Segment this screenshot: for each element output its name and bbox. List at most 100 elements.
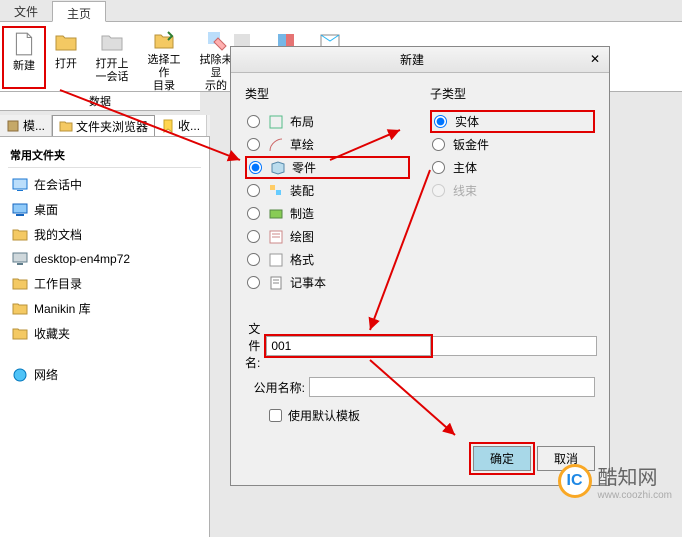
type-label: 制造 bbox=[290, 205, 314, 222]
type-row-1[interactable]: 草绘 bbox=[245, 133, 410, 156]
type-row-0[interactable]: 布局 bbox=[245, 110, 410, 133]
filename-label: 文件名: bbox=[245, 320, 260, 371]
open-prev-label: 打开上一会话 bbox=[92, 58, 132, 84]
use-default-template-checkbox[interactable] bbox=[269, 409, 282, 422]
filename-input[interactable] bbox=[266, 336, 431, 356]
use-default-template-label: 使用默认模板 bbox=[288, 407, 360, 424]
type-icon-1 bbox=[268, 137, 284, 153]
select-workdir-icon bbox=[150, 28, 178, 52]
type-row-7[interactable]: 记事本 bbox=[245, 271, 410, 294]
computer-icon bbox=[12, 251, 28, 267]
menu-tabs: 文件 主页 bbox=[0, 0, 682, 22]
subtype-options: 实体钣金件主体线束 bbox=[430, 108, 595, 204]
type-icon-4 bbox=[268, 206, 284, 222]
sidebar-item-label: 我的文档 bbox=[34, 226, 82, 243]
type-radio-4[interactable] bbox=[247, 207, 260, 220]
menu-home[interactable]: 主页 bbox=[52, 1, 106, 22]
filename-input-ext[interactable] bbox=[433, 336, 597, 356]
sidebar-tabs: 模... 文件夹浏览器 收... bbox=[0, 115, 210, 137]
subtype-radio-1[interactable] bbox=[432, 138, 445, 151]
sidebar-tab-model[interactable]: 模... bbox=[0, 115, 52, 136]
type-row-5[interactable]: 绘图 bbox=[245, 225, 410, 248]
sidebar-tab-collect-label: 收... bbox=[178, 117, 200, 134]
type-row-3[interactable]: 装配 bbox=[245, 179, 410, 202]
type-radio-0[interactable] bbox=[247, 115, 260, 128]
type-radio-6[interactable] bbox=[247, 253, 260, 266]
subtype-radio-2[interactable] bbox=[432, 161, 445, 174]
type-icon-2 bbox=[270, 160, 286, 176]
type-label: 布局 bbox=[290, 113, 314, 130]
sidebar-item-label: Manikin 库 bbox=[34, 300, 91, 317]
dialog-body: 类型 布局草绘零件装配制造绘图格式记事本 子类型 实体钣金件主体线束 文件名: … bbox=[231, 73, 609, 436]
sidebar-item-label: 工作目录 bbox=[34, 275, 82, 292]
new-icon bbox=[10, 30, 38, 58]
type-radio-3[interactable] bbox=[247, 184, 260, 197]
sidebar-tab-model-label: 模... bbox=[23, 117, 45, 134]
folder-icon bbox=[12, 301, 28, 317]
pubname-label: 公用名称: bbox=[245, 379, 305, 396]
dialog-close-button[interactable]: ✕ bbox=[587, 52, 603, 68]
type-row-2[interactable]: 零件 bbox=[245, 156, 410, 179]
sidebar-network[interactable]: 网络 bbox=[8, 362, 201, 387]
type-radio-2[interactable] bbox=[249, 161, 262, 174]
select-workdir-button[interactable]: 选择工作 目录 bbox=[138, 26, 190, 89]
sidebar-item-label: desktop-en4mp72 bbox=[34, 252, 130, 266]
type-row-6[interactable]: 格式 bbox=[245, 248, 410, 271]
subtype-row-1[interactable]: 钣金件 bbox=[430, 133, 595, 156]
group-type-label: 类型 bbox=[245, 85, 410, 102]
sidebar-items: 在会话中桌面我的文档 desktop-en4mp72 工作目录 Manikin 库收藏… bbox=[8, 172, 201, 346]
sidebar-tab-collect[interactable]: 收... bbox=[155, 115, 207, 136]
screen-icon bbox=[12, 177, 28, 193]
sidebar-network-label: 网络 bbox=[34, 366, 58, 383]
type-row-4[interactable]: 制造 bbox=[245, 202, 410, 225]
type-label: 格式 bbox=[290, 251, 314, 268]
ribbon-group-label: 数据 bbox=[0, 92, 200, 111]
sidebar-item-1[interactable]: 桌面 bbox=[8, 197, 201, 222]
sidebar-tab-browser[interactable]: 文件夹浏览器 bbox=[52, 115, 155, 136]
new-button[interactable]: 新建 bbox=[2, 26, 46, 89]
sidebar-item-4[interactable]: 工作目录 bbox=[8, 271, 201, 296]
type-radio-1[interactable] bbox=[247, 138, 260, 151]
collect-icon bbox=[161, 119, 175, 133]
network-icon bbox=[12, 367, 28, 383]
open-button[interactable]: 打开 bbox=[46, 26, 86, 89]
group-type: 类型 布局草绘零件装配制造绘图格式记事本 bbox=[245, 85, 410, 296]
subtype-radio-0[interactable] bbox=[434, 115, 447, 128]
sidebar-item-label: 在会话中 bbox=[34, 176, 82, 193]
erase-hidden-icon bbox=[202, 28, 230, 52]
sidebar-tab-browser-label: 文件夹浏览器 bbox=[76, 118, 148, 135]
subtype-row-3[interactable]: 线束 bbox=[430, 179, 595, 202]
subtype-label: 钣金件 bbox=[453, 136, 489, 153]
subtype-radio-3[interactable] bbox=[432, 184, 445, 197]
subtype-row-2[interactable]: 主体 bbox=[430, 156, 595, 179]
type-options: 布局草绘零件装配制造绘图格式记事本 bbox=[245, 108, 410, 296]
open-prev-button[interactable]: 打开上一会话 bbox=[86, 26, 138, 89]
type-label: 零件 bbox=[292, 159, 316, 176]
sidebar-item-0[interactable]: 在会话中 bbox=[8, 172, 201, 197]
pubname-input[interactable] bbox=[309, 377, 595, 397]
type-label: 记事本 bbox=[290, 274, 326, 291]
type-radio-7[interactable] bbox=[247, 276, 260, 289]
sidebar-item-label: 桌面 bbox=[34, 201, 58, 218]
group-subtype-label: 子类型 bbox=[430, 85, 595, 102]
sidebar-item-5[interactable]: Manikin 库 bbox=[8, 296, 201, 321]
ok-button[interactable]: 确定 bbox=[473, 446, 531, 471]
select-workdir-label: 选择工作 目录 bbox=[144, 54, 184, 94]
type-radio-5[interactable] bbox=[247, 230, 260, 243]
model-icon bbox=[6, 119, 20, 133]
new-dialog: 新建 ✕ 类型 布局草绘零件装配制造绘图格式记事本 子类型 实体钣金件主体线束 … bbox=[230, 46, 610, 486]
type-label: 装配 bbox=[290, 182, 314, 199]
dialog-title: 新建 bbox=[237, 51, 587, 68]
sidebar-item-3[interactable]: desktop-en4mp72 bbox=[8, 247, 201, 271]
subtype-row-0[interactable]: 实体 bbox=[430, 110, 595, 133]
type-icon-7 bbox=[268, 275, 284, 291]
use-default-template-row[interactable]: 使用默认模板 bbox=[269, 407, 595, 424]
sidebar-item-6[interactable]: 收藏夹 bbox=[8, 321, 201, 346]
sidebar-item-2[interactable]: 我的文档 bbox=[8, 222, 201, 247]
type-icon-3 bbox=[268, 183, 284, 199]
type-label: 草绘 bbox=[290, 136, 314, 153]
dialog-buttons: 确定 取消 bbox=[231, 436, 609, 485]
group-subtype: 子类型 实体钣金件主体线束 bbox=[430, 85, 595, 296]
watermark-name: 酷知网 bbox=[598, 461, 672, 490]
menu-file[interactable]: 文件 bbox=[0, 0, 52, 21]
